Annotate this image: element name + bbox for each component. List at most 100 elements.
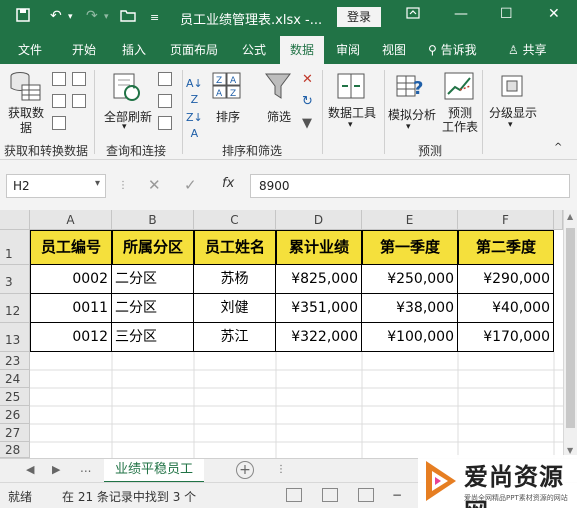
row-header[interactable]: 28 bbox=[0, 442, 30, 458]
formula-input[interactable]: 8900 bbox=[250, 174, 570, 198]
row-header[interactable]: 13 bbox=[0, 323, 30, 352]
table-cell[interactable]: 三分区 bbox=[112, 323, 194, 352]
row-header[interactable]: 1 bbox=[0, 230, 30, 265]
vertical-scrollbar[interactable]: ▲ ▼ bbox=[563, 210, 577, 458]
table-cell[interactable]: 0011 bbox=[30, 294, 112, 323]
table-cell[interactable]: ¥825,000 bbox=[276, 265, 362, 294]
tab-insert[interactable]: 插入 bbox=[112, 36, 156, 64]
page-break-view-icon[interactable] bbox=[358, 488, 374, 502]
tab-file[interactable]: 文件 bbox=[10, 36, 50, 64]
sheet-prev-icon[interactable]: ◀ bbox=[26, 463, 34, 476]
column-header-b[interactable]: B bbox=[112, 210, 194, 230]
table-cell[interactable]: 0002 bbox=[30, 265, 112, 294]
tab-home[interactable]: 开始 bbox=[62, 36, 106, 64]
ribbon-display-icon[interactable] bbox=[406, 6, 420, 24]
data-tools-dropdown-icon[interactable]: ▾ bbox=[348, 120, 353, 130]
empty-cells-grid[interactable] bbox=[30, 352, 563, 458]
share-button[interactable]: ♙ 共享 bbox=[508, 36, 547, 64]
advanced-filter-icon[interactable]: ▼ bbox=[302, 116, 312, 131]
tab-formulas[interactable]: 公式 bbox=[232, 36, 276, 64]
edit-links-icon[interactable] bbox=[158, 116, 172, 130]
table-header-cell[interactable]: 员工编号 bbox=[30, 230, 112, 265]
from-table-icon[interactable] bbox=[52, 116, 66, 130]
column-header-e[interactable]: E bbox=[362, 210, 458, 230]
cancel-icon[interactable]: ✕ bbox=[148, 176, 161, 194]
table-header-cell[interactable]: 累计业绩 bbox=[276, 230, 362, 265]
column-header-f[interactable]: F bbox=[458, 210, 554, 230]
table-cell[interactable]: ¥322,000 bbox=[276, 323, 362, 352]
outline-dropdown-icon[interactable]: ▾ bbox=[508, 120, 513, 130]
select-all-corner[interactable] bbox=[0, 210, 30, 230]
recent-sources-icon[interactable] bbox=[72, 72, 86, 86]
table-cell[interactable]: ¥290,000 bbox=[458, 265, 554, 294]
get-data-button[interactable]: 获取数 据 bbox=[4, 106, 48, 136]
table-cell[interactable]: 苏江 bbox=[194, 323, 276, 352]
open-folder-icon[interactable] bbox=[120, 8, 136, 26]
redo-icon[interactable]: ↷ bbox=[86, 8, 98, 24]
refresh-dropdown-icon[interactable]: ▾ bbox=[122, 122, 127, 132]
zoom-out-icon[interactable]: − bbox=[392, 488, 402, 502]
table-cell[interactable]: ¥100,000 bbox=[362, 323, 458, 352]
table-cell[interactable]: ¥38,000 bbox=[362, 294, 458, 323]
refresh-all-button[interactable]: 全部刷新 bbox=[100, 108, 156, 125]
table-cell[interactable]: 0012 bbox=[30, 323, 112, 352]
sort-ascending-icon[interactable]: A↓ Z bbox=[186, 76, 203, 108]
table-cell[interactable]: 二分区 bbox=[112, 294, 194, 323]
undo-icon[interactable]: ↶ bbox=[50, 8, 62, 24]
sort-descending-icon[interactable]: Z↓ A bbox=[186, 110, 203, 142]
tell-me-button[interactable]: ⚲ 告诉我 bbox=[428, 36, 477, 64]
row-header[interactable]: 3 bbox=[0, 265, 30, 294]
row-header[interactable]: 23 bbox=[0, 352, 30, 370]
from-text-icon[interactable] bbox=[52, 72, 66, 86]
column-header-g[interactable] bbox=[554, 210, 563, 230]
column-header-a[interactable]: A bbox=[30, 210, 112, 230]
tab-view[interactable]: 视图 bbox=[374, 36, 414, 64]
outline-button[interactable]: 分级显示 bbox=[486, 104, 540, 121]
redo-dropdown-icon[interactable]: ▾ bbox=[104, 12, 109, 22]
properties-icon[interactable] bbox=[158, 94, 172, 108]
row-header[interactable]: 24 bbox=[0, 370, 30, 388]
scroll-down-icon[interactable]: ▼ bbox=[567, 446, 573, 455]
row-header[interactable]: 26 bbox=[0, 406, 30, 424]
enter-icon[interactable]: ✓ bbox=[184, 176, 197, 194]
close-icon[interactable]: ✕ bbox=[548, 6, 560, 22]
what-if-dropdown-icon[interactable]: ▾ bbox=[406, 122, 411, 132]
table-header-cell[interactable]: 员工姓名 bbox=[194, 230, 276, 265]
normal-view-icon[interactable] bbox=[286, 488, 302, 502]
table-cell[interactable]: 苏杨 bbox=[194, 265, 276, 294]
column-header-c[interactable]: C bbox=[194, 210, 276, 230]
row-header[interactable]: 27 bbox=[0, 424, 30, 442]
tab-data[interactable]: 数据 bbox=[280, 36, 324, 64]
table-header-cell[interactable]: 第二季度 bbox=[458, 230, 554, 265]
tab-page-layout[interactable]: 页面布局 bbox=[162, 36, 226, 64]
table-cell[interactable]: ¥170,000 bbox=[458, 323, 554, 352]
customize-toolbar-icon[interactable]: ≡ bbox=[150, 11, 159, 24]
column-header-d[interactable]: D bbox=[276, 210, 362, 230]
filter-button[interactable]: 筛选 bbox=[262, 108, 296, 125]
more-sheets-button[interactable]: ... bbox=[80, 461, 91, 475]
name-box-dropdown-icon[interactable]: ▾ bbox=[95, 178, 100, 189]
sheet-tab-active[interactable]: 业绩平稳员工 bbox=[104, 459, 204, 483]
insert-function-button[interactable]: fx bbox=[222, 176, 234, 191]
save-icon[interactable] bbox=[16, 8, 30, 26]
forecast-sheet-button[interactable]: 预测 工作表 bbox=[440, 106, 480, 134]
page-layout-view-icon[interactable] bbox=[322, 488, 338, 502]
queries-connections-icon[interactable] bbox=[158, 72, 172, 86]
clear-filter-icon[interactable]: ✕ bbox=[302, 72, 313, 87]
sort-button[interactable]: 排序 bbox=[212, 108, 244, 125]
scroll-up-icon[interactable]: ▲ bbox=[567, 212, 573, 221]
table-cell[interactable]: 刘健 bbox=[194, 294, 276, 323]
what-if-analysis-button[interactable]: 模拟分析 bbox=[386, 106, 438, 123]
table-cell[interactable]: 二分区 bbox=[112, 265, 194, 294]
table-cell[interactable]: ¥351,000 bbox=[276, 294, 362, 323]
undo-dropdown-icon[interactable]: ▾ bbox=[68, 12, 73, 22]
table-cell[interactable]: ¥250,000 bbox=[362, 265, 458, 294]
existing-connections-icon[interactable] bbox=[72, 94, 86, 108]
collapse-ribbon-icon[interactable]: ^ bbox=[554, 142, 562, 153]
table-header-cell[interactable]: 第一季度 bbox=[362, 230, 458, 265]
name-box[interactable]: H2 ▾ bbox=[6, 174, 106, 198]
sheet-next-icon[interactable]: ▶ bbox=[52, 463, 60, 476]
scrollbar-thumb[interactable] bbox=[566, 228, 575, 428]
data-tools-button[interactable]: 数据工具 bbox=[326, 104, 378, 121]
add-sheet-icon[interactable]: + bbox=[236, 461, 254, 479]
